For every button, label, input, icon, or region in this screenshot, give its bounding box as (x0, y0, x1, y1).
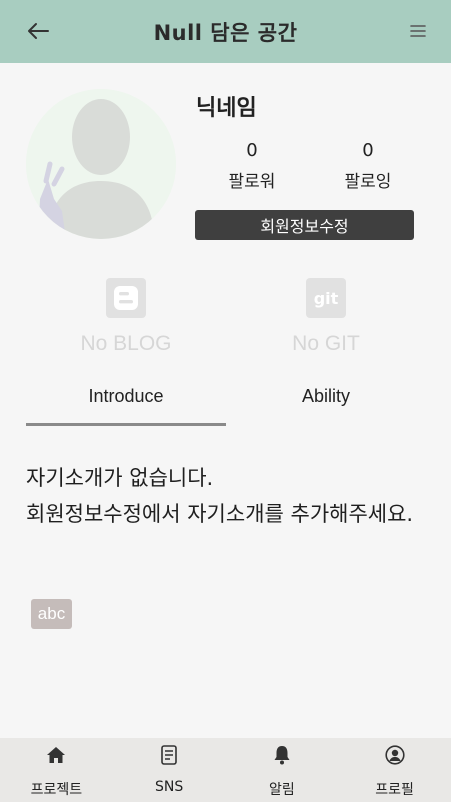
document-icon (158, 744, 180, 766)
nav-label-project: 프로젝트 (30, 782, 83, 798)
nav-item-profile[interactable]: 프로필 (338, 738, 451, 802)
following-label: 팔로잉 (344, 172, 392, 192)
home-icon (45, 744, 67, 766)
blog-link-label: No BLOG (80, 332, 172, 355)
bell-icon (271, 744, 293, 766)
blog-link[interactable]: No BLOG (66, 278, 186, 356)
menu-button[interactable] (407, 18, 429, 44)
nav-item-project[interactable]: 프로젝트 (0, 738, 113, 802)
blogger-icon (106, 278, 146, 318)
followers-label: 팔로워 (228, 172, 276, 192)
app-header: Null 담은 공간 (0, 0, 451, 63)
followers-stat[interactable]: 0 팔로워 (212, 140, 292, 192)
profile-tabs: Introduce Ability (26, 380, 426, 426)
git-link[interactable]: git No GIT (266, 278, 386, 356)
edit-profile-button[interactable]: 회원정보수정 (195, 210, 414, 240)
avatar (26, 89, 176, 239)
arrow-left-icon (28, 23, 49, 39)
nav-label-sns: SNS (155, 779, 184, 795)
back-button[interactable] (24, 16, 52, 46)
nickname: 닉네임 (196, 96, 257, 121)
nav-label-profile: 프로필 (375, 782, 414, 798)
introduce-text: 자기소개가 없습니다. 회원정보수정에서 자기소개를 추가해주세요. (26, 466, 414, 526)
tab-introduce[interactable]: Introduce (26, 380, 226, 426)
default-avatar-icon (26, 89, 176, 239)
nav-label-alarm: 알림 (268, 782, 295, 798)
git-link-label: No GIT (292, 332, 360, 355)
tab-ability[interactable]: Ability (226, 380, 426, 426)
page-title: Null 담은 공간 (153, 20, 298, 45)
followers-count: 0 (246, 140, 258, 161)
hamburger-menu-icon (410, 25, 426, 37)
git-icon: git (306, 278, 346, 318)
svg-text:git: git (314, 289, 339, 308)
skill-tag[interactable]: abc (31, 599, 72, 629)
following-count: 0 (362, 140, 374, 161)
nav-item-alarm[interactable]: 알림 (226, 738, 339, 802)
nav-item-sns[interactable]: SNS (113, 738, 226, 802)
bottom-nav: 프로젝트 SNS 알림 프로필 (0, 738, 451, 802)
user-circle-icon (384, 744, 406, 766)
following-stat[interactable]: 0 팔로잉 (328, 140, 408, 192)
